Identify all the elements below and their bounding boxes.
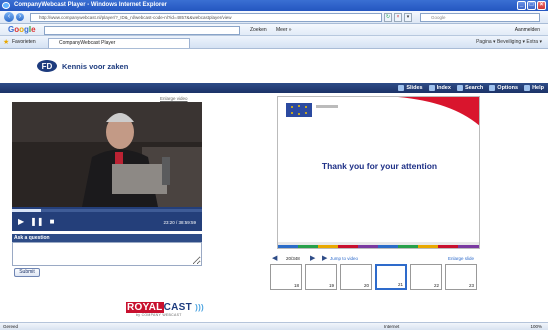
- search-icon: [456, 85, 463, 91]
- minimize-button[interactable]: _: [517, 1, 526, 10]
- status-text: Gereed: [3, 324, 19, 329]
- search-input[interactable]: Google: [420, 13, 540, 22]
- thumbnail-strip: 18 19 20 21 22 23: [270, 264, 488, 292]
- close-button[interactable]: ×: [537, 1, 546, 10]
- refresh-icon[interactable]: ↻: [384, 13, 392, 22]
- stop-icon[interactable]: ■: [50, 218, 55, 226]
- thumbnail[interactable]: 19: [305, 264, 337, 290]
- page-header: FD Kennis voor zaken: [0, 49, 548, 83]
- star-icon: ★: [3, 39, 10, 46]
- slide-navigation: ◀ 20/348 ▶ ▶ Jump to video Enlarge slide: [270, 254, 484, 263]
- play-icon[interactable]: ▶: [18, 218, 24, 226]
- nav-slides[interactable]: Slides: [398, 85, 423, 91]
- slide-view[interactable]: Thank you for your attention: [277, 96, 480, 249]
- google-search-input[interactable]: [44, 26, 240, 35]
- browser-tab[interactable]: CompanyWebcast Player: [48, 38, 190, 48]
- video-time: 23:20 / 38:59:59: [163, 220, 196, 225]
- thumbnail[interactable]: 18: [270, 264, 302, 290]
- svg-text:FD: FD: [42, 62, 53, 71]
- player-nav: Slides Index Search Options Help: [0, 83, 548, 93]
- thumbnail-selected[interactable]: 21: [375, 264, 407, 290]
- jump-icon: ▶: [322, 255, 328, 262]
- video-progress-bar[interactable]: [12, 209, 202, 212]
- ask-question-header: Ask a question: [12, 234, 202, 242]
- favorites-button[interactable]: Favorieten: [12, 38, 36, 47]
- google-toolbar: Google Zoeken Meer » Aanmelden: [0, 24, 548, 36]
- maximize-button[interactable]: □: [527, 1, 536, 10]
- enlarge-video-link[interactable]: Enlarge video: [160, 96, 188, 101]
- next-slide-icon[interactable]: ▶: [310, 254, 315, 263]
- thumbnail[interactable]: 22: [410, 264, 442, 290]
- submit-button[interactable]: Submit: [14, 268, 40, 277]
- status-bar: Gereed Internet 100%: [0, 322, 548, 330]
- jump-to-video-link[interactable]: Jump to video: [330, 254, 358, 263]
- slide-counter: 20/348: [286, 256, 300, 261]
- slide-graphic: [278, 97, 479, 248]
- slide-title: Thank you for your attention: [321, 161, 438, 171]
- enlarge-slide-link[interactable]: Enlarge slide: [448, 254, 474, 263]
- video-controls: ▶ ❚❚ ■ 23:20 / 38:59:59: [12, 207, 202, 231]
- prev-slide-icon[interactable]: ◀: [272, 254, 277, 263]
- ie-icon: [2, 2, 10, 9]
- fd-logo-icon: FD: [37, 60, 57, 72]
- signal-icon: ))): [195, 303, 205, 312]
- nav-options[interactable]: Options: [489, 85, 518, 91]
- zone-text: Internet: [384, 324, 400, 329]
- speaker-video-image: [12, 102, 202, 207]
- nav-index[interactable]: Index: [428, 85, 451, 91]
- command-bar[interactable]: Pagina ▾ Beveiliging ▾ Extra ▾: [476, 38, 542, 47]
- gear-icon: [489, 85, 496, 91]
- zoom-level[interactable]: 100%: [530, 323, 542, 330]
- url-input[interactable]: http://www.companywebcast.nl/player/?_ID…: [30, 13, 382, 22]
- brand-text: Kennis voor zaken: [62, 62, 129, 71]
- nav-search[interactable]: Search: [456, 85, 483, 91]
- nav-help[interactable]: Help: [524, 85, 544, 91]
- help-icon: [524, 85, 531, 91]
- thumbnail[interactable]: 20: [340, 264, 372, 290]
- back-button[interactable]: ‹: [4, 12, 14, 22]
- dropdown-icon[interactable]: ▾: [404, 13, 412, 22]
- window-titlebar: CompanyWebcast Player - Windows Internet…: [0, 0, 548, 11]
- window-title: CompanyWebcast Player - Windows Internet…: [14, 2, 167, 8]
- google-search-button[interactable]: Zoeken: [250, 26, 267, 34]
- slides-icon: [398, 85, 405, 91]
- index-icon: [428, 85, 435, 91]
- google-signin-link[interactable]: Aanmelden: [515, 26, 540, 34]
- address-bar: ‹ › http://www.companywebcast.nl/player/…: [0, 11, 548, 24]
- forward-button[interactable]: ›: [16, 13, 24, 21]
- google-logo: Google: [8, 25, 36, 34]
- favorites-bar: ★ Favorieten CompanyWebcast Player Pagin…: [0, 36, 548, 49]
- royalcast-logo: ROYALCAST ))) by COMPANY WEBCAST: [126, 302, 205, 317]
- video-frame[interactable]: [12, 102, 202, 207]
- question-textarea[interactable]: [12, 242, 202, 266]
- pause-icon[interactable]: ❚❚: [30, 218, 43, 226]
- stop-icon[interactable]: ×: [394, 13, 402, 22]
- google-more-button[interactable]: Meer »: [276, 26, 292, 34]
- thumbnail[interactable]: 23: [445, 264, 477, 290]
